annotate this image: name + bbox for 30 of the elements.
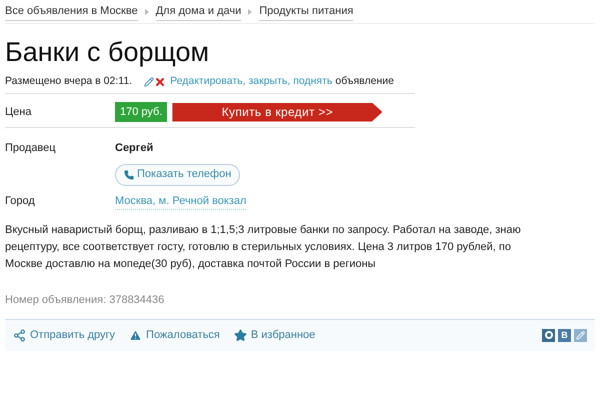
show-phone-button[interactable]: Показать телефон [115, 164, 240, 186]
city-link[interactable]: Москва, м. Речной вокзал [115, 192, 246, 210]
ad-title: Банки с борщом [5, 36, 210, 68]
seller-name: Сергей [115, 141, 154, 156]
city-label: Город [5, 194, 36, 209]
chevron-icon [144, 9, 149, 15]
price-badge: 170 руб. [115, 102, 168, 122]
ad-description: Вкусный наваристый борщ, разливаю в 1;1,5;3 литровые банки по запросу. Работал на заводе, знаю рецептуру, все соответствует госту, готовлю в стерильных условиях. Цена 3 литров 170 рублей, по Москве доставлю на мопеде(30 руб), доставка почтой России в регионы [5, 223, 522, 272]
breadcrumb-link[interactable]: Все объявления в Москве [5, 3, 138, 21]
social-letter-icon[interactable]: В [558, 328, 571, 342]
pencil-icon [144, 77, 154, 87]
breadcrumb-link[interactable]: Продукты питания [259, 3, 354, 21]
ad-number: Номер объявления: 378834436 [5, 293, 166, 308]
chevron-icon [248, 9, 252, 15]
posted-time: Размещено вчера в 02:11. [5, 74, 132, 90]
footer-link[interactable]: Пожаловаться [129, 326, 220, 344]
edit-link[interactable]: Редактировать, закрыть, поднять [170, 74, 332, 90]
phone-icon [124, 170, 134, 180]
credit-button[interactable]: Купить в кредит >> [172, 102, 382, 122]
social-circle-icon[interactable] [542, 328, 555, 342]
star-icon [234, 328, 247, 342]
seller-label: Продавец [5, 141, 57, 156]
footer-link[interactable]: Отправить другу [13, 326, 116, 344]
posted-suffix: объявление [335, 74, 394, 90]
close-icon [154, 76, 166, 88]
breadcrumb-link[interactable]: Для дома и дачи [156, 3, 242, 21]
warning-icon [129, 328, 142, 342]
share-icon [13, 328, 26, 342]
price-label: Цена [5, 104, 32, 120]
footer-link[interactable]: В избранное [234, 326, 316, 344]
